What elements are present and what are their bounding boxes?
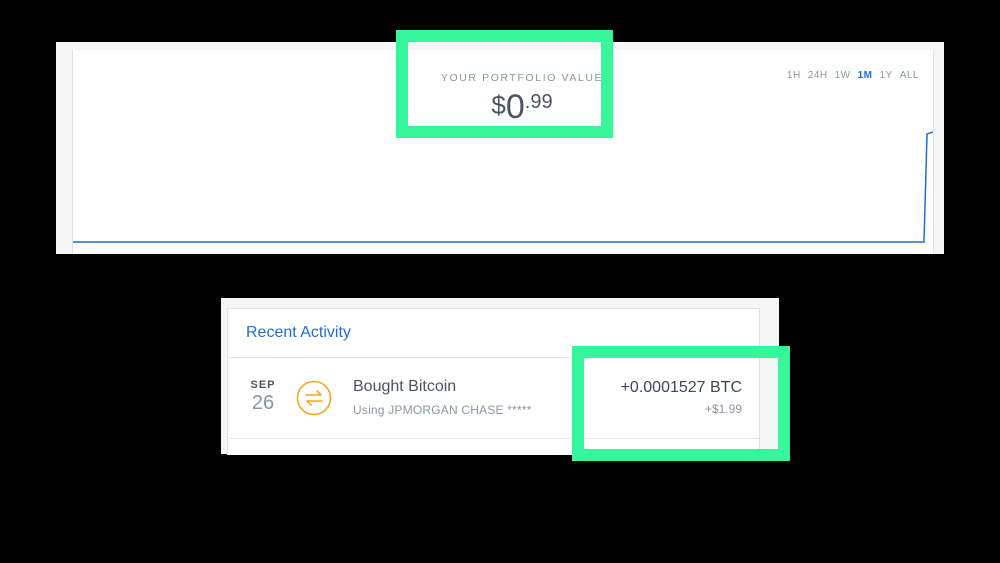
range-tab-1h[interactable]: 1H [787,70,801,81]
activity-payment-method: Using JPMORGAN CHASE ***** [353,403,532,417]
exchange-arrows-icon [296,380,332,416]
range-tab-1w[interactable]: 1W [835,70,851,81]
activity-amount-highlight [572,346,790,461]
activity-day: 26 [251,392,275,414]
activity-date: SEP 26 [248,379,278,415]
time-range-tabs: 1H 24H 1W 1M 1Y ALL [787,70,919,81]
range-tab-1y[interactable]: 1Y [879,70,892,81]
portfolio-line [73,131,933,243]
range-tab-24h[interactable]: 24H [808,70,828,81]
portfolio-value-highlight [396,30,613,138]
activity-title: Bought Bitcoin [353,378,457,395]
range-tab-1m[interactable]: 1M [858,70,873,81]
range-tab-all[interactable]: ALL [900,70,919,81]
activity-month: SEP [250,379,276,391]
